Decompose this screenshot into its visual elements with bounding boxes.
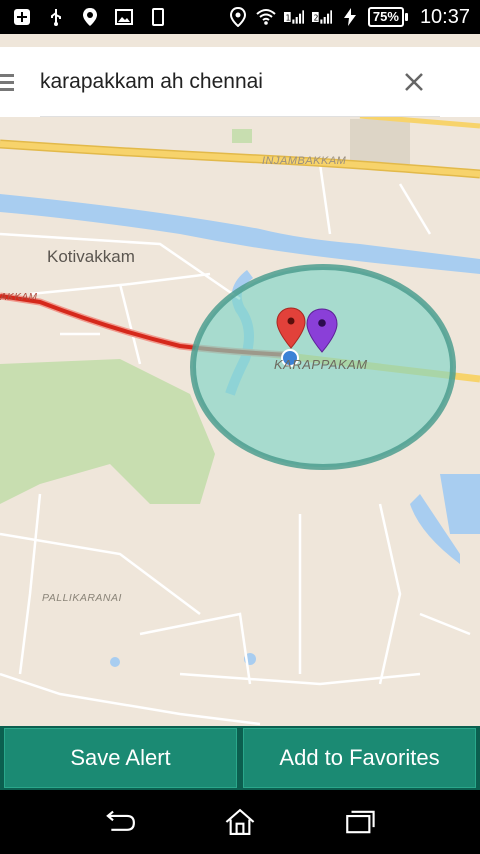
status-right: 1 2 75% 10:37 <box>228 6 470 29</box>
signal-sim2-icon: 2 <box>311 7 332 27</box>
charging-icon <box>340 7 360 27</box>
map-label-pallikaranai: PALLIKARANAI <box>42 592 122 604</box>
signal-sim1-icon: 1 <box>283 7 304 27</box>
building-block <box>350 119 410 164</box>
wifi-icon <box>256 7 276 27</box>
battery-icon: 75% <box>367 7 408 27</box>
map-canvas[interactable] <box>0 34 480 726</box>
menu-icon[interactable] <box>0 47 26 117</box>
clear-button[interactable] <box>398 66 430 98</box>
svg-text:1: 1 <box>286 13 291 22</box>
pond-water <box>110 657 120 667</box>
map-view[interactable]: Kotivakkam INJAMBAKKAM KARAPPAKAM PALLIK… <box>0 34 480 726</box>
back-button[interactable] <box>98 800 142 844</box>
location-icon <box>228 7 248 27</box>
recents-button[interactable] <box>338 800 382 844</box>
map-label-kotivakkam: Kotivakkam <box>47 247 135 266</box>
svg-text:2: 2 <box>314 13 319 22</box>
close-icon <box>405 73 423 91</box>
map-label-left-road: AKKAM <box>0 292 38 303</box>
location-icon <box>80 7 100 27</box>
search-input[interactable] <box>40 69 440 94</box>
recents-icon <box>346 810 375 834</box>
back-icon <box>106 810 135 831</box>
search-bar <box>0 47 480 117</box>
map-label-injambakkam: INJAMBAKKAM <box>262 155 347 167</box>
home-icon <box>225 808 255 835</box>
save-alert-button[interactable]: Save Alert <box>4 728 237 788</box>
phone-icon <box>148 7 168 27</box>
park-small <box>232 129 252 143</box>
usb-icon <box>46 7 66 27</box>
lake-water-1 <box>440 474 480 534</box>
action-bar: Save Alert Add to Favorites <box>0 726 480 790</box>
plus-icon <box>12 7 32 27</box>
map-label-karapakkam: KARAPPAKAM <box>274 357 368 372</box>
navigation-bar <box>0 790 480 854</box>
status-left <box>12 7 168 27</box>
search-input-wrap <box>40 47 440 117</box>
status-bar: 1 2 75% 10:37 <box>0 0 480 34</box>
park-area <box>0 359 215 504</box>
home-button[interactable] <box>218 800 262 844</box>
add-to-favorites-button[interactable]: Add to Favorites <box>243 728 476 788</box>
image-icon <box>114 7 134 27</box>
clock: 10:37 <box>419 5 470 28</box>
battery-level: 75% <box>367 7 404 27</box>
